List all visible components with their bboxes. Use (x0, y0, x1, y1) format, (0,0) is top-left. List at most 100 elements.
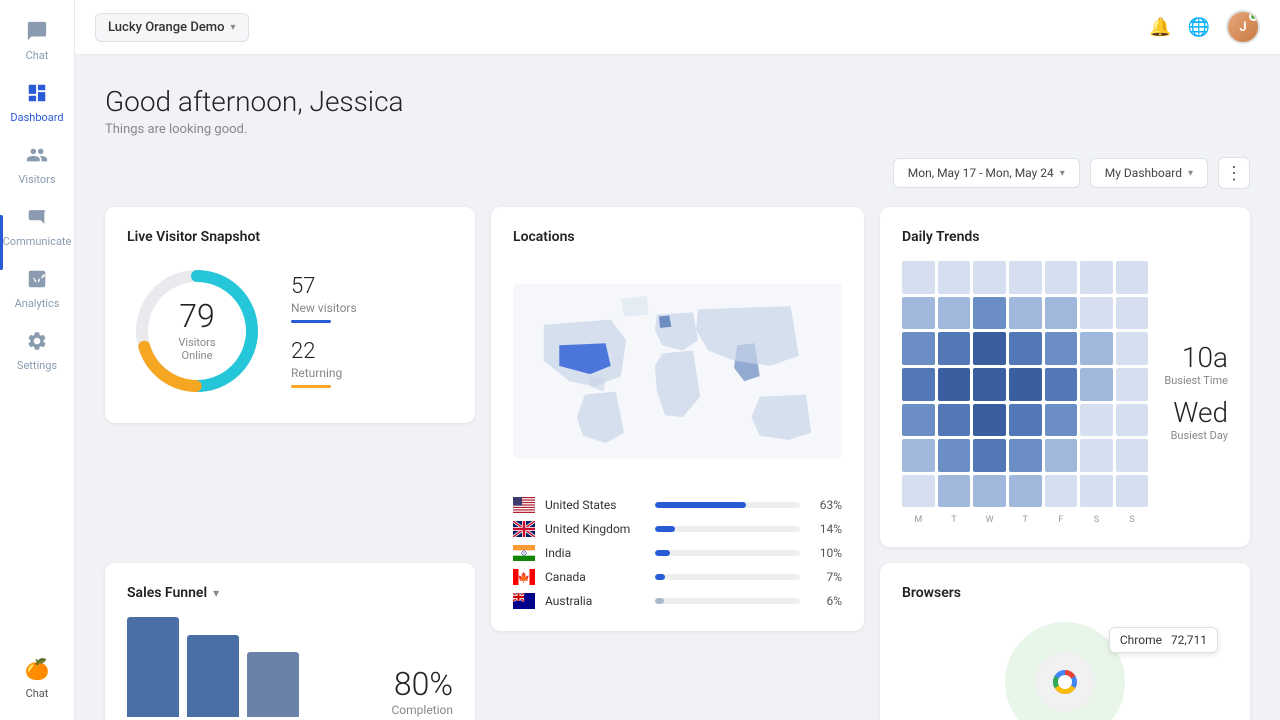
location-bar-bg (655, 598, 800, 604)
heatmap-cell (902, 261, 935, 294)
snapshot-stats: 57 New visitors 22 Returning (291, 274, 357, 388)
content-area: Good afternoon, Jessica Things are looki… (75, 55, 1280, 720)
heatmap-cell (902, 297, 935, 330)
busiest-time-label: Busiest Time (1164, 374, 1228, 387)
chrome-circle (1005, 622, 1125, 720)
heatmap-cell (1009, 404, 1042, 437)
donut-chart: 79 Visitors Online (127, 261, 267, 401)
heatmap-cell (1116, 332, 1149, 365)
sidebar-item-analytics[interactable]: Analytics (0, 258, 74, 320)
heatmap-cell (1116, 297, 1149, 330)
location-bar-fill (655, 502, 746, 508)
sidebar-communicate-label: Communicate (3, 235, 72, 248)
topbar: Lucky Orange Demo ▾ 🔔 🌐 J (75, 0, 1280, 55)
trends-title: Daily Trends (902, 229, 1228, 245)
heatmap-cell (973, 261, 1006, 294)
topbar-right: 🔔 🌐 J (1149, 10, 1260, 44)
heatmap-cell (1045, 297, 1078, 330)
heatmap-cell (1045, 368, 1078, 401)
heatmap-cell (1116, 261, 1149, 294)
country-name: Canada (545, 570, 645, 584)
heatmap-grid (902, 261, 1148, 507)
date-dropdown-arrow: ▾ (1060, 168, 1065, 179)
heatmap-cell (973, 368, 1006, 401)
list-item: United States 63% (513, 497, 842, 513)
visitors-icon (26, 144, 48, 169)
browsers-card: Browsers (880, 563, 1250, 720)
notification-icon[interactable]: 🔔 (1149, 17, 1171, 38)
three-dots-menu[interactable]: ⋮ (1218, 157, 1250, 189)
day-label: W (973, 515, 1006, 525)
browsers-body: Chrome 72,711 (902, 617, 1228, 720)
location-list: United States 63% (513, 497, 842, 609)
us-flag (513, 497, 535, 513)
heatmap-cell (1009, 475, 1042, 508)
locations-card: Locations (491, 207, 864, 631)
active-indicator (0, 215, 3, 270)
funnel-header: Sales Funnel ▾ (127, 585, 453, 601)
uk-flag (513, 521, 535, 537)
analytics-icon (26, 268, 48, 293)
date-picker[interactable]: Mon, May 17 - Mon, May 24 ▾ (893, 158, 1080, 188)
heatmap-cell (1116, 368, 1149, 401)
fruit-icon: 🍊 (25, 657, 50, 681)
heatmap-cell (973, 332, 1006, 365)
new-count: 57 (291, 274, 357, 299)
sidebar-item-settings[interactable]: Settings (0, 320, 74, 382)
funnel-body: 80% Completion (127, 617, 453, 717)
visitors-count: 79 (162, 300, 232, 332)
snapshot-title: Live Visitor Snapshot (127, 229, 453, 245)
heatmap-cell (1009, 368, 1042, 401)
funnel-dropdown-arrow[interactable]: ▾ (213, 586, 219, 600)
day-label: S (1080, 515, 1113, 525)
new-visitors-stat: 57 New visitors (291, 274, 357, 323)
heatmap-cell (902, 332, 935, 365)
list-item: 🍁 Canada 7% (513, 569, 842, 585)
heatmap-cell (902, 404, 935, 437)
bottom-chat-label: Chat (26, 687, 49, 700)
sidebar-item-communicate[interactable]: Communicate (0, 196, 74, 258)
dashboard-select[interactable]: My Dashboard ▾ (1090, 158, 1208, 188)
chrome-tooltip: Chrome 72,711 (1109, 627, 1218, 653)
heatmap-cell (1045, 439, 1078, 472)
location-bar-fill (655, 550, 670, 556)
location-bar-bg (655, 502, 800, 508)
heatmap-cell (1080, 297, 1113, 330)
canada-flag: 🍁 (513, 569, 535, 585)
trends-body: M T W T F S S 10a Busiest Time (902, 261, 1228, 525)
sidebar-item-chat[interactable]: Chat (0, 10, 74, 72)
returning-label: Returning (291, 366, 357, 380)
globe-icon[interactable]: 🌐 (1188, 17, 1210, 38)
heatmap-cell (1009, 332, 1042, 365)
completion-pct: 80% (391, 665, 453, 703)
visitors-label: Visitors Online (162, 336, 232, 362)
heatmap-cell (973, 439, 1006, 472)
heatmap-cell (938, 439, 971, 472)
settings-icon (26, 330, 48, 355)
location-bar-bg (655, 574, 800, 580)
location-bar-fill (655, 574, 665, 580)
controls-row: Mon, May 17 - Mon, May 24 ▾ My Dashboard… (105, 157, 1250, 189)
sidebar-item-dashboard[interactable]: Dashboard (0, 72, 74, 134)
sidebar-item-visitors[interactable]: Visitors (0, 134, 74, 196)
heatmap-cell (973, 404, 1006, 437)
country-name: India (545, 546, 645, 560)
day-label: T (938, 515, 971, 525)
communicate-icon (26, 206, 48, 231)
date-range-label: Mon, May 17 - Mon, May 24 (908, 166, 1054, 180)
location-bar-bg (655, 526, 800, 532)
heatmap-cell (1009, 261, 1042, 294)
dashboard-icon (26, 82, 48, 107)
avatar[interactable]: J (1226, 10, 1260, 44)
heatmap: M T W T F S S (902, 261, 1148, 525)
returning-bar (291, 385, 331, 388)
funnel-bar-1 (127, 617, 179, 717)
locations-title: Locations (513, 229, 842, 245)
site-selector[interactable]: Lucky Orange Demo ▾ (95, 13, 249, 42)
country-name: United States (545, 498, 645, 512)
location-pct: 14% (810, 522, 842, 536)
sidebar-bottom: 🍊 Chat (25, 657, 50, 710)
heatmap-cell (902, 368, 935, 401)
heatmap-cell (1045, 475, 1078, 508)
dashboard-dropdown-arrow: ▾ (1188, 168, 1193, 179)
